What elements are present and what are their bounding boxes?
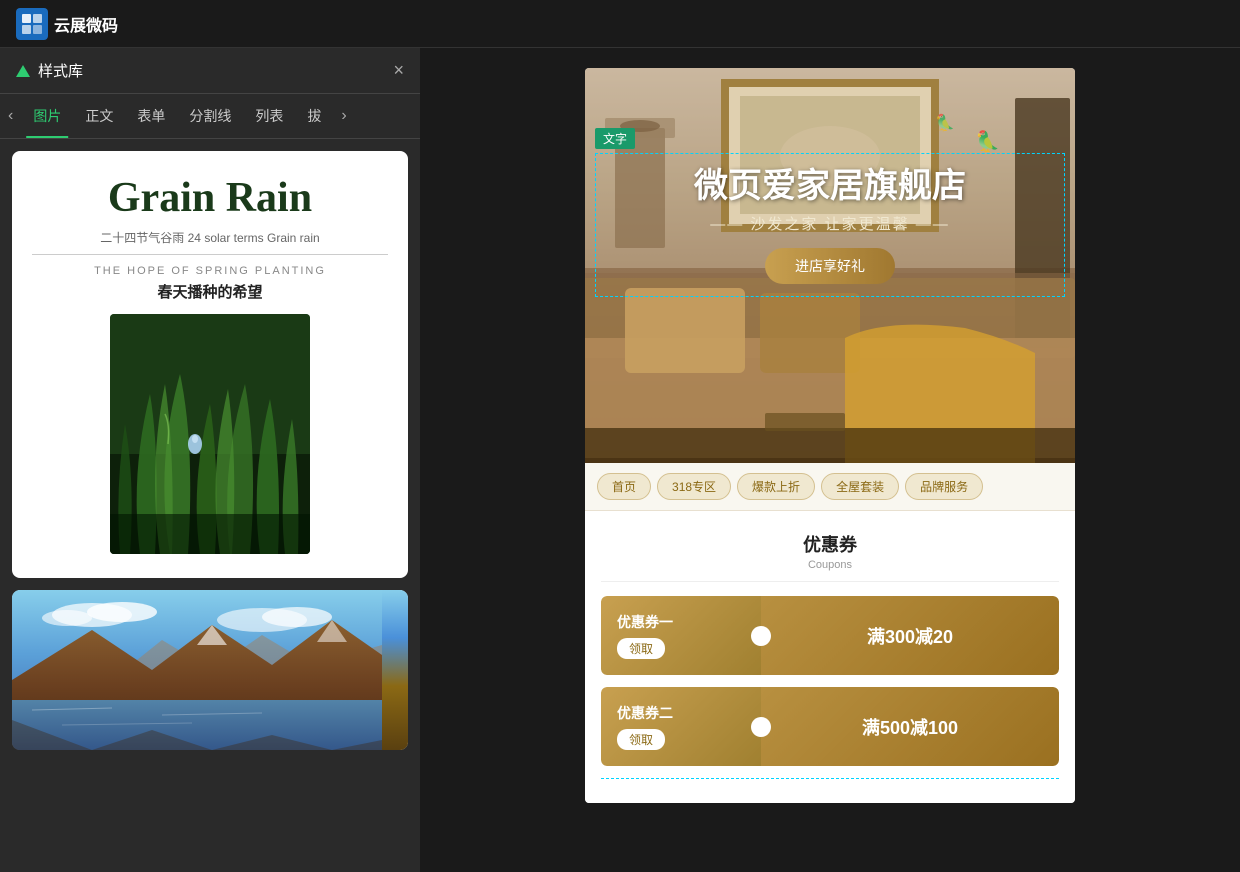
tabs-row: ‹ 图片 正文 表单 分割线 列表 拔 › xyxy=(0,94,420,139)
grain-rain-subtitle: 二十四节气谷雨 24 solar terms Grain rain xyxy=(32,229,388,255)
cards-list: Grain Rain 二十四节气谷雨 24 solar terms Grain … xyxy=(0,139,420,872)
left-panel: 样式库 × ‹ 图片 正文 表单 分割线 列表 拔 › xyxy=(0,48,420,872)
coupon-name-1: 优惠券一 xyxy=(617,612,673,632)
main-content: 样式库 × ‹ 图片 正文 表单 分割线 列表 拔 › xyxy=(0,48,1240,872)
right-panel: 🦜 🦜 xyxy=(420,48,1240,872)
close-icon[interactable]: × xyxy=(393,60,404,81)
coupon-left-2: 优惠券二 领取 xyxy=(601,687,761,766)
tab-more[interactable]: 拔 xyxy=(295,102,333,130)
style-header: 样式库 × xyxy=(0,48,420,94)
tab-list[interactable]: 列表 xyxy=(243,102,295,130)
coupon-card-2: 优惠券二 领取 满500减100 xyxy=(601,687,1059,766)
nav-tab-home[interactable]: 首页 xyxy=(597,473,651,500)
tab-prev-btn[interactable]: ‹ xyxy=(0,107,21,125)
mountain-card[interactable] xyxy=(12,590,408,750)
nav-tab-full[interactable]: 全屋套装 xyxy=(821,473,899,500)
coupon-left-1: 优惠券一 领取 xyxy=(601,596,761,675)
coupon-claim-btn-2[interactable]: 领取 xyxy=(617,729,665,750)
coupon-amount-1: 满300减20 xyxy=(867,623,953,649)
style-title-area: 样式库 xyxy=(16,60,83,81)
nav-tab-brand[interactable]: 品牌服务 xyxy=(905,473,983,500)
grain-rain-en-label: THE HOPE OF SPRING PLANTING xyxy=(32,265,388,277)
hero-section: 🦜 🦜 xyxy=(585,68,1075,463)
tab-image[interactable]: 图片 xyxy=(21,102,73,130)
text-label-badge: 文字 xyxy=(595,128,635,149)
text-selection-area: 文字 微页爱家居旗舰店 —— 沙发之家 让家更温馨 —— 进店享好礼 xyxy=(585,118,1075,307)
coupons-title-en: Coupons xyxy=(601,559,1059,582)
coupon-card-1: 优惠券一 领取 满300减20 xyxy=(601,596,1059,675)
grain-rain-image xyxy=(110,314,310,554)
tab-text[interactable]: 正文 xyxy=(73,102,125,130)
top-bar: 云展微码 xyxy=(0,0,1240,48)
logo-icon xyxy=(16,8,48,40)
coupon-right-2: 满500减100 xyxy=(761,687,1059,766)
selection-border: 微页爱家居旗舰店 —— 沙发之家 让家更温馨 —— 进店享好礼 xyxy=(595,153,1065,297)
bottom-dashed-line xyxy=(601,778,1059,779)
hero-enter-btn[interactable]: 进店享好礼 xyxy=(765,248,895,284)
grain-rain-card[interactable]: Grain Rain 二十四节气谷雨 24 solar terms Grain … xyxy=(12,151,408,578)
grain-rain-content: Grain Rain 二十四节气谷雨 24 solar terms Grain … xyxy=(12,151,408,578)
phone-preview: 🦜 🦜 xyxy=(585,68,1075,803)
tab-divider[interactable]: 分割线 xyxy=(177,102,243,130)
nav-tab-hot[interactable]: 爆款上折 xyxy=(737,473,815,500)
coupon-claim-btn-1[interactable]: 领取 xyxy=(617,638,665,659)
hero-subtitle: —— 沙发之家 让家更温馨 —— xyxy=(608,213,1052,234)
mountain-image xyxy=(12,590,408,750)
coupon-amount-2: 满500减100 xyxy=(862,714,958,740)
grain-rain-cn-label: 春天播种的希望 xyxy=(32,281,388,302)
coupons-section: 优惠券 Coupons 优惠券一 领取 满300减20 xyxy=(585,511,1075,803)
logo-area: 云展微码 xyxy=(16,8,118,40)
tab-table[interactable]: 表单 xyxy=(125,102,177,130)
grain-rain-title: Grain Rain xyxy=(32,175,388,221)
hero-title: 微页爱家居旗舰店 xyxy=(608,166,1052,207)
logo-text: 云展微码 xyxy=(54,12,118,36)
coupon-right-1: 满300减20 xyxy=(761,596,1059,675)
nav-tabs: 首页 318专区 爆款上折 全屋套装 品牌服务 xyxy=(585,463,1075,511)
coupon-name-2: 优惠券二 xyxy=(617,703,673,723)
coupons-title: 优惠券 xyxy=(601,531,1059,557)
nav-tab-318[interactable]: 318专区 xyxy=(657,473,731,500)
tab-next-btn[interactable]: › xyxy=(333,107,354,125)
style-library-title: 样式库 xyxy=(38,60,83,81)
triangle-icon xyxy=(16,65,30,77)
